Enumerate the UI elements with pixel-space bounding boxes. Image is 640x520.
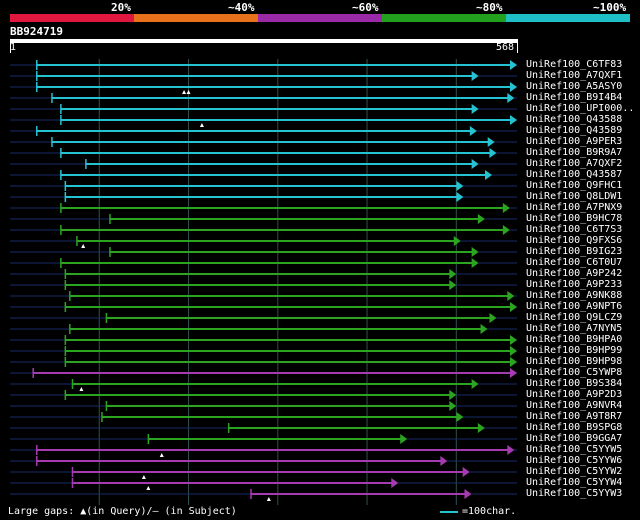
hit-label[interactable]: UniRef100_A9NPT6 [526,301,622,312]
hit-end-arrow [449,280,457,290]
hit-label[interactable]: UniRef100_A9T8R7 [526,411,622,422]
hit-label[interactable]: UniRef100_C5YYW6 [526,455,622,466]
hit-end-arrow [502,203,510,213]
hit-label[interactable]: UniRef100_Q43588 [526,114,622,125]
hit-label[interactable]: UniRef100_B9I4B4 [526,92,622,103]
query-gap-marker [182,90,187,94]
hit-end-arrow [502,225,510,235]
hit-label[interactable]: UniRef100_A5ASY0 [526,81,622,92]
hit-end-arrow [485,170,493,180]
hit-end-arrow [489,313,497,323]
hit-label[interactable]: UniRef100_B9HC78 [526,213,622,224]
hit-label[interactable]: UniRef100_C5YYW3 [526,488,622,499]
hit-label[interactable]: UniRef100_B9HPA0 [526,334,622,345]
hit-label[interactable]: UniRef100_C5YYW2 [526,466,622,477]
hit-end-arrow [464,489,472,499]
hit-label[interactable]: UniRef100_B9IG23 [526,246,622,257]
hit-end-arrow [477,214,485,224]
hit-end-arrow [471,258,479,268]
hit-label[interactable]: UniRef100_B9GGA7 [526,433,622,444]
hit-end-arrow [510,115,517,125]
hit-label[interactable]: UniRef100_UPI000.. [526,103,634,114]
hit-end-arrow [391,478,399,488]
hit-label[interactable]: UniRef100_C5YWP8 [526,367,622,378]
query-gap-marker [141,475,146,479]
query-gap-marker [186,90,191,94]
hit-end-arrow [480,324,488,334]
hit-end-arrow [471,104,479,114]
hit-label[interactable]: UniRef100_B9HP98 [526,356,622,367]
hit-label[interactable]: UniRef100_A9P233 [526,279,622,290]
hit-end-arrow [400,434,408,444]
hit-end-arrow [507,291,515,301]
query-gap-marker [266,497,271,501]
hit-end-arrow [471,379,479,389]
hit-end-arrow [510,368,517,378]
scale-legend: =100char. [462,506,517,517]
hit-end-arrow [471,71,479,81]
hit-end-arrow [469,126,477,136]
hit-label[interactable]: UniRef100_B9SPG8 [526,422,622,433]
hit-label[interactable]: UniRef100_B9S384 [526,378,622,389]
gap-legend: Large gaps: ▲(in Query)/– (in Subject) [8,506,237,517]
hit-label[interactable]: UniRef100_A9P2D3 [526,389,622,400]
hit-label[interactable]: UniRef100_C6TF83 [526,59,622,70]
hit-label[interactable]: UniRef100_Q8LDW1 [526,191,622,202]
hit-label[interactable]: UniRef100_C6T7S3 [526,224,622,235]
hit-end-arrow [471,159,479,169]
hit-end-arrow [510,346,517,356]
query-gap-marker [146,486,151,490]
hit-label[interactable]: UniRef100_Q43589 [526,125,622,136]
hit-end-arrow [449,401,457,411]
hit-label[interactable]: UniRef100_A7PNX9 [526,202,622,213]
hit-label[interactable]: UniRef100_C5YYW5 [526,444,622,455]
hit-end-arrow [440,456,448,466]
hit-label[interactable]: UniRef100_Q9LCZ9 [526,312,622,323]
hit-end-arrow [510,82,517,92]
query-gap-marker [79,387,84,391]
hit-label[interactable]: UniRef100_A7QXF1 [526,70,622,81]
hit-end-arrow [510,357,517,367]
hit-label[interactable]: UniRef100_C6T0U7 [526,257,622,268]
hit-end-arrow [477,423,485,433]
hit-label[interactable]: UniRef100_B9HP99 [526,345,622,356]
hit-label[interactable]: UniRef100_A9P242 [526,268,622,279]
query-gap-marker [199,123,204,127]
hit-end-arrow [456,181,464,191]
hit-label[interactable]: UniRef100_A7NYN5 [526,323,622,334]
hit-end-arrow [471,247,479,257]
query-gap-marker [81,244,86,248]
scale-line [440,511,458,513]
hit-end-arrow [507,93,515,103]
hit-label[interactable]: UniRef100_A9NVR4 [526,400,622,411]
hit-end-arrow [453,236,461,246]
query-gap-marker [159,453,164,457]
hit-end-arrow [456,412,464,422]
hit-end-arrow [456,192,464,202]
hit-label[interactable]: UniRef100_C5YYW4 [526,477,622,488]
hit-end-arrow [510,302,517,312]
hit-end-arrow [487,137,495,147]
hit-label[interactable]: UniRef100_Q9FXS6 [526,235,622,246]
hit-end-arrow [449,269,457,279]
hit-end-arrow [507,445,515,455]
hit-end-arrow [510,335,517,345]
hit-label[interactable]: UniRef100_A7QXF2 [526,158,622,169]
hit-end-arrow [462,467,470,477]
hit-end-arrow [449,390,457,400]
hit-label[interactable]: UniRef100_Q43587 [526,169,622,180]
hit-label[interactable]: UniRef100_A9PER3 [526,136,622,147]
hit-end-arrow [510,60,517,70]
hit-label[interactable]: UniRef100_A9NK88 [526,290,622,301]
hit-label[interactable]: UniRef100_Q9FHC1 [526,180,622,191]
hit-label[interactable]: UniRef100_B9R9A7 [526,147,622,158]
hit-end-arrow [489,148,497,158]
